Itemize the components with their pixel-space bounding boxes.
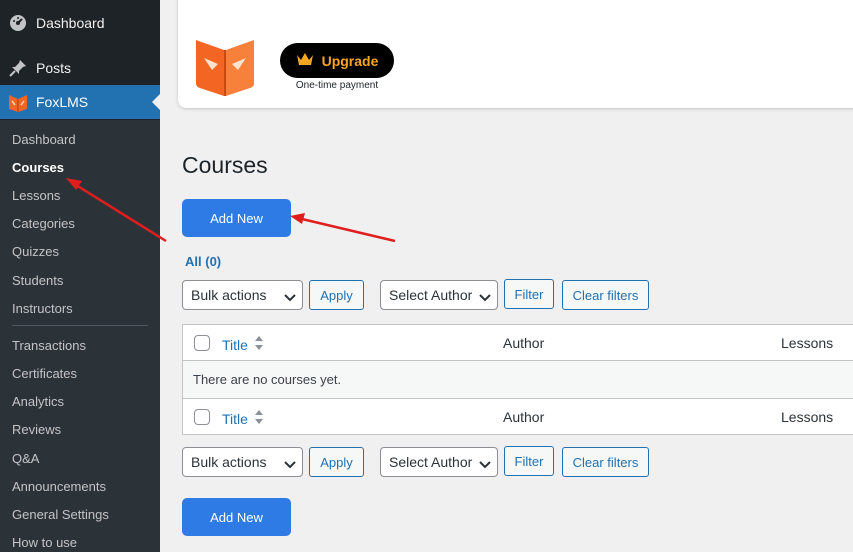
submenu-categories[interactable]: Categories xyxy=(12,215,75,233)
page-title: Courses xyxy=(182,152,268,178)
submenu-divider xyxy=(12,325,148,326)
chevron-down-icon xyxy=(479,290,491,306)
sort-icon xyxy=(254,409,264,428)
courses-table: Title Author Lessons There are no course… xyxy=(182,324,853,435)
sort-icon xyxy=(254,335,264,354)
bulk-actions-select-bottom[interactable]: Bulk actions xyxy=(182,447,303,477)
submenu-quizzes[interactable]: Quizzes xyxy=(12,243,59,261)
table-empty-row: There are no courses yet. xyxy=(183,361,853,398)
upgrade-button-label: Upgrade xyxy=(321,52,379,69)
select-all-checkbox-bottom[interactable] xyxy=(194,409,210,425)
submenu-courses[interactable]: Courses xyxy=(12,159,64,177)
add-new-button-top[interactable]: Add New xyxy=(182,199,291,237)
submenu-analytics[interactable]: Analytics xyxy=(12,393,64,411)
chevron-down-icon xyxy=(284,457,296,473)
pin-icon xyxy=(0,59,36,77)
clear-filters-button-bottom[interactable]: Clear filters xyxy=(562,447,649,477)
column-lessons: Lessons xyxy=(781,335,834,351)
add-new-button-bottom[interactable]: Add New xyxy=(182,498,291,536)
view-all-count: (0) xyxy=(205,254,222,269)
bulk-actions-select-top[interactable]: Bulk actions xyxy=(182,280,303,310)
crown-icon xyxy=(296,52,314,69)
arrow-to-add-new xyxy=(290,213,396,243)
submenu-students[interactable]: Students xyxy=(12,272,63,290)
submenu-reviews[interactable]: Reviews xyxy=(12,421,61,439)
menu-foxlms[interactable]: FoxLMS xyxy=(0,85,160,119)
column-title-sort[interactable]: Title xyxy=(222,335,264,354)
chevron-down-icon xyxy=(284,290,296,306)
menu-dashboard[interactable]: Dashboard xyxy=(0,6,160,40)
submenu-instructors[interactable]: Instructors xyxy=(12,300,73,318)
table-header-row: Title Author Lessons xyxy=(183,325,853,361)
submenu-how-to-use[interactable]: How to use xyxy=(12,534,77,552)
foxlms-book-logo xyxy=(194,36,256,101)
menu-posts[interactable]: Posts xyxy=(0,51,160,85)
select-author-label: Select Author xyxy=(389,454,473,470)
view-all-link[interactable]: All (0) xyxy=(185,254,221,269)
select-author-label: Select Author xyxy=(389,287,473,303)
bulk-actions-label: Bulk actions xyxy=(191,454,267,470)
filter-button-bottom[interactable]: Filter xyxy=(504,446,554,476)
submenu-general-settings[interactable]: General Settings xyxy=(12,506,109,524)
column-lessons-footer: Lessons xyxy=(781,409,834,425)
column-title-label: Title xyxy=(222,336,248,353)
submenu-certificates[interactable]: Certificates xyxy=(12,365,77,383)
select-author-top[interactable]: Select Author xyxy=(380,280,498,310)
menu-dashboard-label: Dashboard xyxy=(36,15,105,31)
select-author-bottom[interactable]: Select Author xyxy=(380,447,498,477)
dashboard-icon xyxy=(0,14,36,32)
menu-foxlms-label: FoxLMS xyxy=(36,94,89,110)
admin-sidebar: Dashboard Posts FoxLMS Dashboard Courses… xyxy=(0,0,160,552)
submenu-qa[interactable]: Q&A xyxy=(12,450,39,468)
clear-filters-button-top[interactable]: Clear filters xyxy=(562,280,649,310)
table-footer-row: Title Author Lessons xyxy=(183,398,853,435)
filter-button-top[interactable]: Filter xyxy=(504,279,554,309)
view-all-label: All xyxy=(185,254,202,269)
apply-button-bottom[interactable]: Apply xyxy=(309,447,364,477)
column-author: Author xyxy=(503,335,545,351)
column-title-sort-footer[interactable]: Title xyxy=(222,409,264,428)
bulk-actions-label: Bulk actions xyxy=(191,287,267,303)
empty-message: There are no courses yet. xyxy=(193,372,342,387)
upgrade-subtext: One-time payment xyxy=(295,80,379,91)
submenu-dashboard[interactable]: Dashboard xyxy=(12,131,76,149)
column-title-label: Title xyxy=(222,410,248,427)
foxlms-logo-icon xyxy=(0,91,36,113)
submenu-lessons[interactable]: Lessons xyxy=(12,187,60,205)
select-all-checkbox-top[interactable] xyxy=(194,335,210,351)
submenu-announcements[interactable]: Announcements xyxy=(12,478,106,496)
apply-button-top[interactable]: Apply xyxy=(309,280,364,310)
menu-posts-label: Posts xyxy=(36,60,72,76)
chevron-down-icon xyxy=(479,457,491,473)
foxlms-submenu: Dashboard Courses Lessons Categories Qui… xyxy=(0,120,160,552)
column-author-footer: Author xyxy=(503,409,545,425)
upgrade-banner: Upgrade One-time payment xyxy=(178,0,853,108)
upgrade-button[interactable]: Upgrade xyxy=(280,43,394,78)
submenu-transactions[interactable]: Transactions xyxy=(12,337,86,355)
